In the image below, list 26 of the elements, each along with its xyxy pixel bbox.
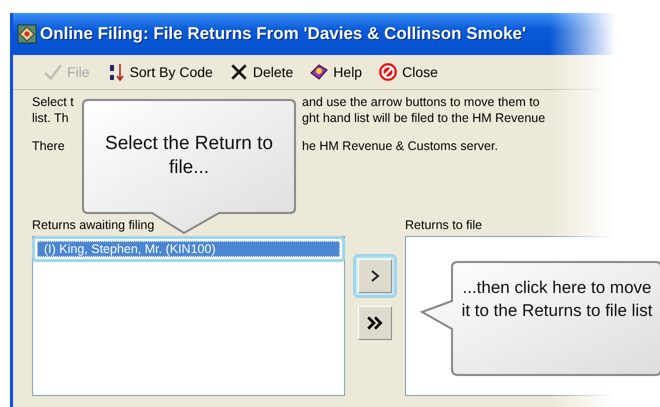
- double-chevron-icon: [366, 315, 384, 331]
- window-title: Online Filing: File Returns From 'Davies & Collinson Smoke': [40, 24, 526, 44]
- chevron-right-icon: [369, 268, 381, 284]
- instruction-text: and use the arrow buttons to move them to: [302, 95, 540, 109]
- instruction-text: Select t: [32, 95, 74, 111]
- toolbar-button[interactable]: Help: [303, 60, 368, 84]
- checkmark-icon: [43, 62, 63, 82]
- toolbar-button[interactable]: Sort By Code: [100, 60, 219, 84]
- instruction-text: ght hand list will be filed to the HM Revenue: [302, 111, 546, 125]
- toolbar-button[interactable]: Delete: [222, 60, 300, 84]
- toolbar-button[interactable]: Close: [372, 60, 444, 84]
- close-icon: [228, 62, 249, 82]
- list-box[interactable]: (I) King, Stephen, Mr. (KIN100): [32, 236, 345, 396]
- list-item[interactable]: (I) King, Stephen, Mr. (KIN100): [37, 241, 340, 257]
- instruction-text: list. Th: [32, 111, 69, 127]
- instruction-text: There: [32, 139, 65, 155]
- list-label: Returns awaiting filing: [32, 218, 156, 232]
- app-icon: [17, 24, 37, 44]
- callout-text: Select the Return to file...: [104, 132, 274, 180]
- callout-text: ...then click here to move it to the Returns to file list: [460, 277, 654, 322]
- book-icon: [309, 62, 330, 82]
- instruction-text: he HM Revenue & Customs server.: [302, 139, 498, 153]
- list-label: Returns to file: [405, 218, 484, 232]
- no-entry-icon: [378, 62, 398, 82]
- move-button[interactable]: [358, 259, 392, 293]
- move-all-button[interactable]: [358, 306, 392, 340]
